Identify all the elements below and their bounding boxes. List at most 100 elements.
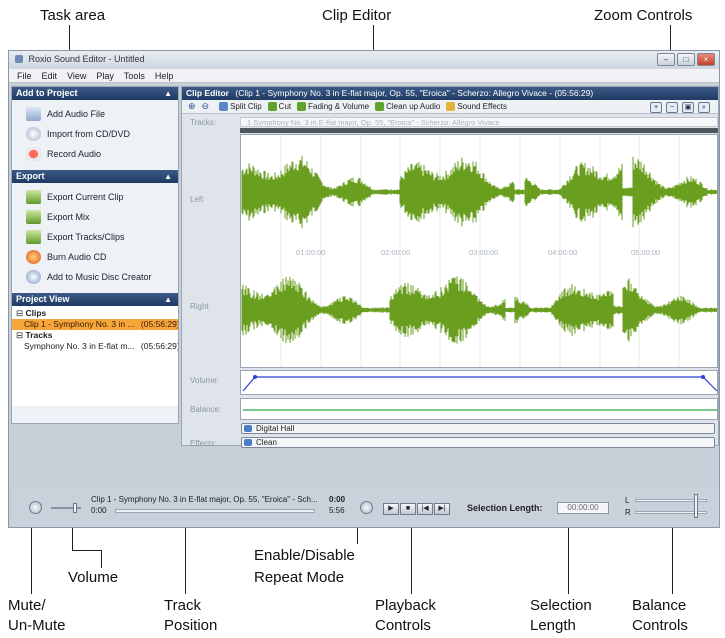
balance-thumb[interactable] [694, 494, 698, 518]
task-area: Add to Project ▲ Add Audio File Import f… [11, 86, 179, 424]
minimize-button[interactable]: – [657, 53, 675, 66]
clips-label: Clips [25, 308, 47, 318]
clip-editor-toolbar: ⊕ ⊖ Split Clip Cut Fading & Volume Clean… [182, 100, 718, 114]
effects-icon [446, 102, 456, 112]
previous-button[interactable]: |◀ [417, 503, 433, 515]
fading-volume-button[interactable]: Fading & Volume [297, 102, 369, 112]
close-button[interactable]: × [697, 53, 715, 66]
track-item[interactable]: Symphony No. 3 in E-flat m... (05:56:29) [12, 341, 178, 352]
repeat-button[interactable] [360, 501, 373, 514]
sound-effects-button[interactable]: Sound Effects [446, 102, 507, 112]
time-tick: 02:00:00 [381, 248, 411, 257]
callout-task-area: Task area [40, 7, 106, 24]
app-icon [15, 55, 23, 63]
export-title: Export [16, 171, 45, 181]
collapse-icon[interactable]: ▲ [164, 170, 172, 183]
next-button[interactable]: ▶| [434, 503, 450, 515]
left-channel-label: Left [190, 195, 204, 204]
callout-selection-line1: Selection [530, 597, 592, 614]
tracks-row-label: Tracks: [190, 118, 216, 127]
import-cd-item[interactable]: Import from CD/DVD [12, 124, 178, 144]
clip-info: (Clip 1 - Symphony No. 3 in E-flat major… [235, 88, 594, 98]
balance-row-label: Balance: [190, 405, 222, 414]
add-to-project-title: Add to Project [16, 88, 78, 98]
callout-repeat-line2: Repeat Mode [254, 569, 345, 586]
maximize-button[interactable]: □ [677, 53, 695, 66]
clip-item-time: (05:56:29) [140, 319, 178, 329]
menu-play[interactable]: Play [96, 69, 114, 82]
effect-clean-label: Clean [256, 438, 277, 447]
callout-balance-line1: Balance [632, 597, 687, 614]
add-to-project-header[interactable]: Add to Project ▲ [12, 87, 178, 100]
effect-digital-hall[interactable]: Digital Hall [241, 423, 715, 434]
transport-bar: Clip 1 - Symphony No. 3 in E-flat major,… [11, 488, 719, 526]
fading-icon [297, 102, 307, 112]
volume-handle [253, 375, 257, 379]
menu-help[interactable]: Help [155, 69, 174, 82]
selection-length-field: 00:00:00 [557, 502, 609, 514]
right-channel-label: Right [190, 302, 209, 311]
callout-track-line1: Track [164, 597, 201, 614]
balance-r-label: R [625, 508, 631, 517]
burn-cd-item[interactable]: Burn Audio CD [12, 247, 178, 267]
add-audio-file-item[interactable]: Add Audio File [12, 104, 178, 124]
effect-icon [244, 439, 252, 446]
cut-icon [267, 102, 277, 112]
clean-up-audio-button[interactable]: Clean up Audio [375, 101, 441, 112]
volume-envelope[interactable] [240, 370, 718, 395]
callout-mute-line2: Un-Mute [8, 617, 66, 634]
balance-l-label: L [625, 496, 630, 505]
project-view-header[interactable]: Project View ▲ [12, 293, 178, 306]
record-audio-item[interactable]: Record Audio [12, 144, 178, 164]
zoom-out-button[interactable]: − [666, 102, 678, 113]
music-disc-creator-item[interactable]: Add to Music Disc Creator [12, 267, 178, 287]
clean-icon [375, 102, 385, 112]
split-clip-button[interactable]: Split Clip [219, 102, 262, 112]
project-view-title: Project View [16, 294, 70, 304]
zoom-in-small-icon[interactable]: ⊕ [188, 101, 196, 112]
burn-icon [26, 250, 41, 264]
callout-repeat-line1: Enable/Disable [254, 547, 355, 564]
waveform-area[interactable]: 01:00:00 02:00:00 03:00:00 04:00:00 05:0… [240, 134, 718, 368]
clips-node[interactable]: ⊟ Clips [12, 308, 178, 319]
track-position-slider[interactable] [115, 509, 315, 513]
menu-file[interactable]: File [17, 69, 32, 82]
record-audio-label: Record Audio [47, 149, 102, 159]
play-button[interactable]: ▶ [383, 503, 399, 515]
menu-bar: File Edit View Play Tools Help [9, 69, 719, 83]
export-tracks-item[interactable]: Export Tracks/Clips [12, 227, 178, 247]
menu-view[interactable]: View [67, 69, 86, 82]
collapse-icon[interactable]: ▲ [164, 87, 172, 100]
zoom-selection-button[interactable]: ⌕ [698, 102, 710, 113]
app-window: Roxio Sound Editor - Untitled – □ × File… [8, 50, 720, 528]
mute-button[interactable] [29, 501, 42, 514]
position-start: 0:00 [91, 506, 107, 515]
menu-tools[interactable]: Tools [124, 69, 145, 82]
zoom-out-small-icon[interactable]: ⊖ [202, 101, 210, 112]
tracks-node[interactable]: ⊟ Tracks [12, 330, 178, 341]
effect-clean[interactable]: Clean [241, 437, 715, 448]
export-header[interactable]: Export ▲ [12, 170, 178, 183]
volume-envelope-line [242, 375, 718, 392]
collapse-icon[interactable]: ▲ [164, 293, 172, 306]
time-tick: 03:00:00 [469, 248, 499, 257]
zoom-fit-button[interactable]: ▣ [682, 102, 694, 113]
cut-button[interactable]: Cut [267, 102, 291, 112]
balance-envelope[interactable] [240, 398, 718, 420]
import-cd-label: Import from CD/DVD [47, 129, 131, 139]
stop-button[interactable]: ■ [400, 503, 416, 515]
menu-edit[interactable]: Edit [42, 69, 58, 82]
zoom-in-button[interactable]: + [650, 102, 662, 113]
window-controls: – □ × [657, 53, 715, 66]
clean-up-audio-label: Clean up Audio [386, 101, 441, 111]
add-audio-file-label: Add Audio File [47, 109, 106, 119]
export-mix-item[interactable]: Export Mix [12, 207, 178, 227]
volume-slider-thumb[interactable] [73, 503, 77, 513]
callout-playback-line2: Controls [375, 617, 431, 634]
clip-item[interactable]: Clip 1 - Symphony No. 3 in ... (05:56:29… [12, 319, 178, 330]
callout-clip-editor: Clip Editor [322, 7, 392, 24]
export-current-clip-item[interactable]: Export Current Clip [12, 187, 178, 207]
export-mix-label: Export Mix [47, 212, 90, 222]
callout-mute-line1: Mute/ [8, 597, 46, 614]
tracks-strip[interactable]: 1 Symphony No. 3 in E-flat major, Op. 55… [240, 117, 718, 127]
